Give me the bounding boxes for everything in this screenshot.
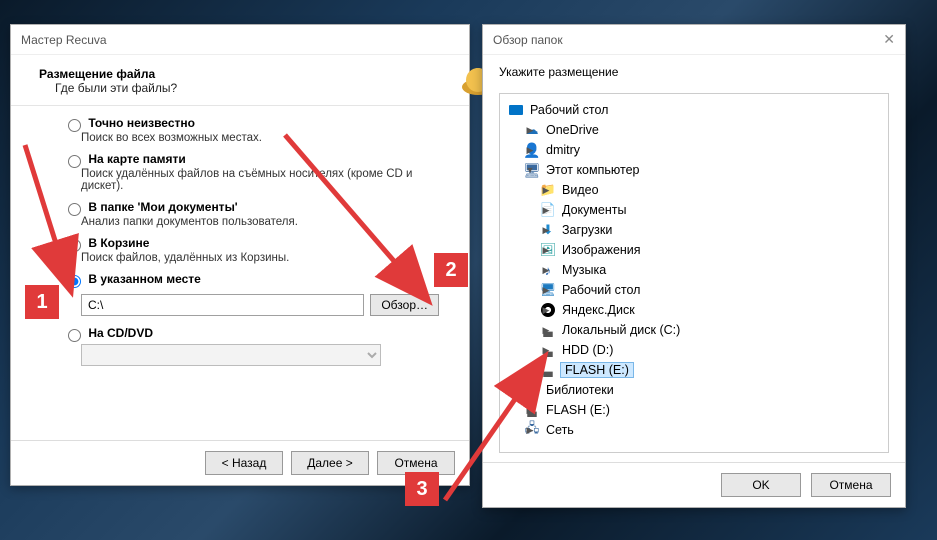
tree-item-label: Документы (560, 202, 628, 218)
tree-item[interactable]: ▶⬇Загрузки (536, 220, 884, 240)
tree-item-label: Яндекс.Диск (560, 302, 637, 318)
tree-item[interactable]: ▶Рабочий стол (504, 100, 884, 120)
next-button[interactable]: Далее > (291, 451, 369, 475)
path-input[interactable] (81, 294, 364, 316)
tree-item[interactable]: ▼🖥Этот компьютер (520, 160, 884, 180)
wizard-head-subtitle: Где были эти файлы? (55, 81, 177, 95)
tree-item[interactable]: ▶▃FLASH (E:) (536, 360, 884, 380)
desc-recycle: Поиск файлов, удалённых из Корзины. (81, 252, 439, 264)
tree-item[interactable]: ▶♪Музыка (536, 260, 884, 280)
close-icon[interactable]: ✕ (883, 31, 895, 48)
back-button[interactable]: < Назад (205, 451, 283, 475)
annotation-badge-2: 2 (434, 253, 468, 287)
tree-item-label: dmitry (544, 142, 582, 158)
net-icon: 🖧 (524, 422, 540, 438)
folder-tree[interactable]: ▶Рабочий стол▶☁OneDrive▶👤dmitry▼🖥Этот ко… (499, 93, 889, 453)
wizard-footer: < Назад Далее > Отмена (11, 440, 469, 485)
yadisk-icon (540, 302, 556, 318)
wizard-head-title: Размещение файла (39, 67, 177, 81)
user-icon: 👤 (524, 142, 540, 158)
doc-icon: 📄 (540, 202, 556, 218)
tree-item[interactable]: ▶📚Библиотеки (520, 380, 884, 400)
tree-item[interactable]: ▶🖥Рабочий стол (536, 280, 884, 300)
tree-item-label: Загрузки (560, 222, 614, 238)
tree-item-label: Сеть (544, 422, 576, 438)
drive-icon: ▃ (540, 362, 556, 378)
tree-item-label: Локальный диск (C:) (560, 322, 682, 338)
label-mydocs: В папке 'Мои документы' (88, 200, 237, 214)
music-icon: ♪ (540, 262, 556, 278)
cloud-icon: ☁ (524, 122, 540, 138)
down-icon: ⬇ (540, 222, 556, 238)
tree-item[interactable]: ▶▃FLASH (E:) (520, 400, 884, 420)
tree-item[interactable]: ▶▃HDD (D:) (536, 340, 884, 360)
tree-item-label: HDD (D:) (560, 342, 615, 358)
tree-item-label: Рабочий стол (560, 282, 642, 298)
annotation-badge-3: 3 (405, 472, 439, 506)
folder-v-icon: 📁 (540, 182, 556, 198)
ok-button[interactable]: OK (721, 473, 801, 497)
tree-item[interactable]: ▶▃Локальный диск (C:) (536, 320, 884, 340)
dialog-title: Обзор папок (493, 33, 563, 47)
tree-item-label: Рабочий стол (528, 102, 610, 118)
desktop-icon (508, 102, 524, 118)
tree-item[interactable]: ▶🖼Изображения (536, 240, 884, 260)
label-specified: В указанном месте (88, 272, 200, 286)
tree-item-label: OneDrive (544, 122, 601, 138)
deskf-icon: 🖥 (540, 282, 556, 298)
tree-item-label: FLASH (E:) (544, 402, 612, 418)
tree-item-label: FLASH (E:) (560, 362, 634, 378)
annotation-badge-1: 1 (25, 285, 59, 319)
dialog-footer: OK Отмена (483, 462, 905, 507)
dialog-titlebar: Обзор папок ✕ (483, 25, 905, 55)
tree-item-label: Библиотеки (544, 382, 616, 398)
label-card: На карте памяти (88, 152, 185, 166)
radio-unknown[interactable] (68, 119, 81, 132)
wizard-titlebar: Мастер Recuva (11, 25, 469, 55)
wizard-title: Мастер Recuva (21, 33, 107, 47)
img-icon: 🖼 (540, 242, 556, 258)
radio-card[interactable] (68, 155, 81, 168)
radio-mydocs[interactable] (68, 203, 81, 216)
tree-item-label: Видео (560, 182, 601, 198)
desc-mydocs: Анализ папки документов пользователя. (81, 216, 439, 228)
cddvd-select (81, 344, 381, 366)
recuva-wizard-window: Мастер Recuva Размещение файла Где были … (10, 24, 470, 486)
tree-item-label: Изображения (560, 242, 643, 258)
tree-item-label: Музыка (560, 262, 608, 278)
desc-unknown: Поиск во всех возможных местах. (81, 132, 439, 144)
browse-button[interactable]: Обзор… (370, 294, 439, 316)
tree-item[interactable]: ▶👤dmitry (520, 140, 884, 160)
tree-item-label: Этот компьютер (544, 162, 641, 178)
drive-icon: ▃ (524, 402, 540, 418)
drive-icon: ▃ (540, 322, 556, 338)
label-recycle: В Корзине (88, 236, 149, 250)
radio-cddvd[interactable] (68, 329, 81, 342)
tree-item[interactable]: ▶📁Видео (536, 180, 884, 200)
desc-card: Поиск удалённых файлов на съёмных носите… (81, 168, 439, 192)
dialog-prompt: Укажите размещение (499, 65, 889, 79)
tree-item[interactable]: ▶Яндекс.Диск (536, 300, 884, 320)
tree-item[interactable]: ▶🖧Сеть (520, 420, 884, 440)
label-cddvd: На CD/DVD (88, 326, 153, 340)
wizard-header: Размещение файла Где были эти файлы? (11, 55, 469, 106)
radio-specified[interactable] (68, 275, 81, 288)
wizard-body: Точно неизвестно Поиск во всех возможных… (11, 106, 469, 446)
dialog-cancel-button[interactable]: Отмена (811, 473, 891, 497)
radio-recycle[interactable] (68, 239, 81, 252)
tree-item[interactable]: ▶☁OneDrive (520, 120, 884, 140)
browse-folders-dialog: Обзор папок ✕ Укажите размещение ▶Рабочи… (482, 24, 906, 508)
lib-icon: 📚 (524, 382, 540, 398)
pc-icon: 🖥 (524, 162, 540, 178)
tree-item[interactable]: ▶📄Документы (536, 200, 884, 220)
label-unknown: Точно неизвестно (88, 116, 195, 130)
drive-icon: ▃ (540, 342, 556, 358)
